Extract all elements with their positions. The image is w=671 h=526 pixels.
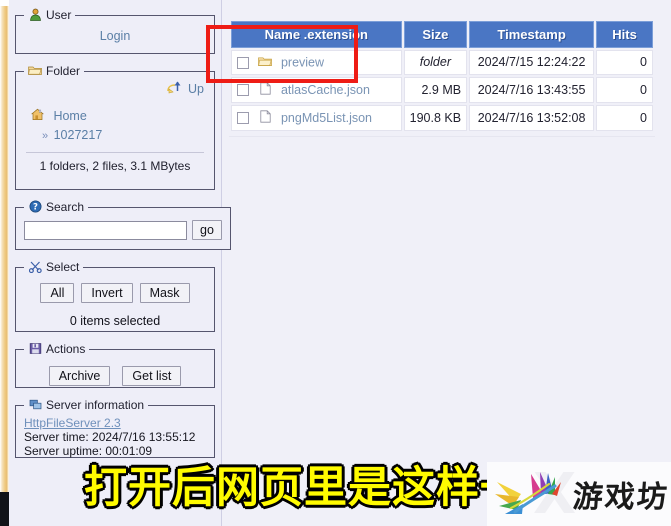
server-product-row: HttpFileServer 2.3: [24, 416, 206, 430]
server-time: Server time: 2024/7/16 13:55:12: [24, 430, 196, 444]
table-row: preview folder 2024/7/15 12:24:22 0: [231, 50, 653, 75]
cell-size: 2.9 MB: [403, 76, 468, 103]
panel-actions-legend: Actions: [24, 342, 89, 356]
breadcrumb-item-current[interactable]: 1027217: [54, 128, 103, 142]
breadcrumb-arrow-icon: »: [42, 130, 49, 142]
save-icon: [28, 342, 42, 356]
table-bottom-edge: [229, 136, 655, 137]
get-list-button[interactable]: Get list: [122, 366, 182, 386]
panel-search: ? Search go: [15, 200, 231, 250]
panel-server-title: Server information: [46, 398, 145, 412]
row-checkbox[interactable]: [237, 56, 249, 69]
login-link[interactable]: Login: [24, 24, 206, 45]
selection-status: 0 items selected: [69, 314, 161, 328]
cell-size: 190.8 KB: [403, 104, 468, 131]
table-row: pngMd5List.json 190.8 KB 2024/7/16 13:52…: [231, 104, 653, 131]
search-go-button[interactable]: go: [192, 220, 222, 240]
file-name-link[interactable]: preview: [281, 56, 324, 70]
watermark-text: 游戏坊: [571, 480, 670, 515]
select-buttons: All Invert Mask: [24, 278, 206, 303]
cell-timestamp: 2024/7/16 13:43:55: [469, 76, 595, 103]
panel-user: User Login: [15, 8, 215, 54]
login-row: Login: [24, 24, 206, 45]
file-name-link[interactable]: pngMd5List.json: [281, 111, 372, 125]
panel-actions-title: Actions: [46, 342, 86, 356]
panel-user-title: User: [46, 8, 72, 22]
panel-select: Select All Invert Mask 0 items selected: [15, 260, 215, 332]
search-row: go: [24, 217, 222, 240]
column-header-timestamp[interactable]: Timestamp: [469, 21, 595, 48]
cell-timestamp: 2024/7/16 13:52:08: [469, 104, 595, 131]
cell-hits: 0: [596, 76, 653, 103]
cell-name: pngMd5List.json: [231, 104, 402, 131]
panel-actions: Actions Archive Get list: [15, 342, 215, 388]
panel-server-legend: Server information: [24, 398, 148, 412]
panel-search-legend: ? Search: [24, 200, 88, 214]
action-buttons: Archive Get list: [24, 360, 206, 386]
home-row: Home: [24, 107, 206, 125]
scissors-icon: [28, 260, 42, 274]
file-name-link[interactable]: atlasCache.json: [281, 83, 370, 97]
bird-logo-icon: [491, 464, 569, 524]
column-header-hits[interactable]: Hits: [596, 21, 653, 48]
page-edge-top: [0, 0, 9, 6]
panel-search-title: Search: [46, 200, 85, 214]
up-row: Up: [24, 78, 206, 98]
breadcrumb: » 1027217: [24, 128, 206, 142]
server-icon: [28, 398, 42, 412]
file-icon: [258, 110, 272, 126]
panel-server-information: Server information HttpFileServer 2.3 Se…: [15, 398, 215, 458]
panel-folder: Folder Up Home » 1027217 1 folders, 2 fi…: [15, 64, 215, 190]
cell-hits: 0: [596, 104, 653, 131]
sidebar: User Login Folder Up Home » 1027217 1 fo…: [9, 0, 231, 526]
row-checkbox[interactable]: [237, 83, 249, 96]
user-icon: [28, 8, 42, 22]
cell-timestamp: 2024/7/15 12:24:22: [469, 50, 595, 75]
help-icon: ?: [28, 200, 42, 214]
cell-name: atlasCache.json: [231, 76, 402, 103]
server-uptime: Server uptime: 00:01:09: [24, 444, 153, 458]
row-checkbox[interactable]: [237, 111, 249, 124]
svg-text:?: ?: [33, 203, 38, 213]
home-link[interactable]: Home: [53, 109, 86, 123]
select-mask-button[interactable]: Mask: [139, 283, 190, 303]
folder-icon: [28, 64, 42, 78]
folder-icon: [258, 56, 273, 70]
file-icon: [258, 82, 272, 98]
page-edge-strip: [0, 0, 9, 526]
folder-stats: 1 folders, 2 files, 3.1 MBytes: [39, 159, 191, 173]
search-input[interactable]: [24, 220, 187, 240]
column-header-size[interactable]: Size: [403, 21, 468, 48]
arrow-up-icon: [166, 80, 183, 98]
screenshot-root: User Login Folder Up Home » 1027217 1 fo…: [0, 0, 671, 526]
panel-select-legend: Select: [24, 260, 83, 274]
watermark: X 游戏坊: [487, 462, 671, 526]
page-edge-dark: [0, 492, 9, 526]
select-all-button[interactable]: All: [40, 283, 75, 303]
panel-user-legend: User: [24, 8, 75, 22]
panel-folder-legend: Folder: [24, 64, 84, 78]
overlay-caption: 打开后网页里是这样一: [83, 462, 525, 515]
server-product-link[interactable]: HttpFileServer 2.3: [24, 416, 121, 430]
select-invert-button[interactable]: Invert: [81, 283, 133, 303]
panel-select-title: Select: [46, 260, 80, 274]
archive-button[interactable]: Archive: [48, 366, 111, 386]
home-icon: [30, 108, 44, 124]
column-header-name[interactable]: Name .extension: [231, 21, 402, 48]
cell-size: folder: [403, 50, 468, 75]
cell-hits: 0: [596, 50, 653, 75]
table-header-row: Name .extension Size Timestamp Hits: [231, 21, 653, 48]
cell-name: preview: [231, 50, 402, 75]
file-list-table: Name .extension Size Timestamp Hits prev…: [229, 19, 655, 133]
table-row: atlasCache.json 2.9 MB 2024/7/16 13:43:5…: [231, 76, 653, 103]
up-link[interactable]: Up: [188, 82, 204, 96]
panel-folder-title: Folder: [46, 64, 81, 78]
